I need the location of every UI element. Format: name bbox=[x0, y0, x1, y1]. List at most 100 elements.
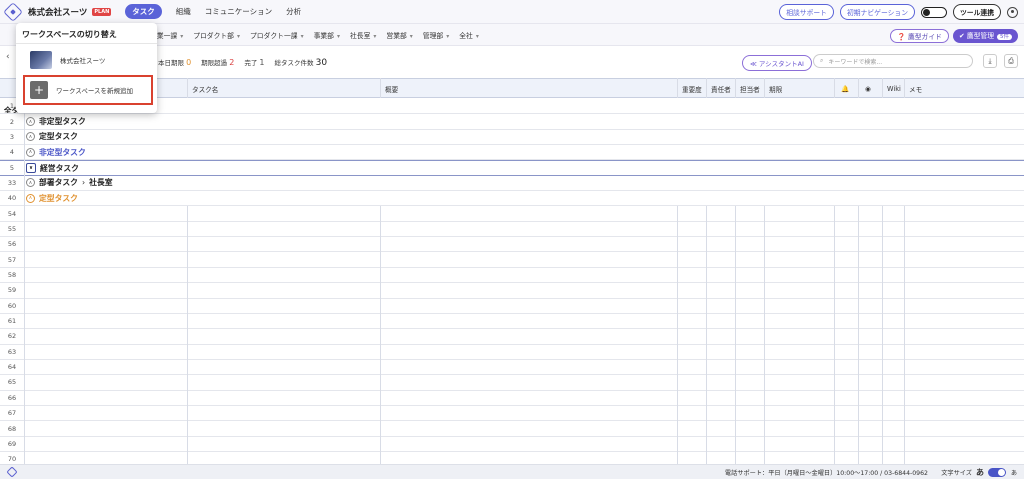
chevron-up-icon[interactable]: ∧ bbox=[26, 178, 35, 188]
nav-tab-task[interactable]: タスク bbox=[125, 4, 162, 19]
nav-tab-communication[interactable]: コミュニケーション bbox=[205, 6, 272, 17]
table-row[interactable]: 65 bbox=[0, 375, 1024, 391]
support-button[interactable]: 相談サポート bbox=[779, 4, 834, 20]
group-row[interactable]: 3 ∧ 定型タスク bbox=[0, 130, 1024, 146]
eye-icon[interactable]: ◉ bbox=[861, 79, 871, 99]
app-logo-icon[interactable] bbox=[3, 1, 23, 22]
table-row[interactable]: 54 bbox=[0, 206, 1024, 222]
stat-overdue[interactable]: 期限超過 2 bbox=[201, 57, 234, 67]
row-number: 70 bbox=[7, 455, 17, 464]
header-divider bbox=[882, 78, 883, 98]
table-row[interactable]: 61 bbox=[0, 314, 1024, 330]
header-memo[interactable]: メモ bbox=[905, 79, 922, 99]
template-guide-button[interactable]: ❓ 鷹型ガイド bbox=[890, 29, 949, 43]
table-row[interactable]: 56 bbox=[0, 237, 1024, 253]
chevron-up-icon[interactable]: ∧ bbox=[26, 147, 35, 157]
dept-admin[interactable]: 管理部 ▾ bbox=[423, 30, 449, 40]
row-number: 67 bbox=[7, 409, 17, 418]
header-assignee[interactable]: 担当者 bbox=[736, 79, 760, 99]
assistant-ai-button[interactable]: ≪ アシスタントAI bbox=[742, 55, 812, 71]
table-row[interactable]: 67 bbox=[0, 406, 1024, 422]
table-row[interactable]: 64 bbox=[0, 360, 1024, 376]
group-row[interactable]: 2 ∧ 非定型タスク bbox=[0, 114, 1024, 130]
group-label-cell[interactable]: ∧ 定型タスク bbox=[26, 191, 78, 205]
user-avatar-icon[interactable] bbox=[1007, 6, 1018, 18]
font-size-toggle[interactable] bbox=[988, 467, 1006, 477]
chevron-up-icon[interactable]: ∧ bbox=[26, 132, 35, 142]
group-label-cell[interactable]: ∧ 非定型タスク bbox=[26, 145, 86, 159]
column-divider bbox=[764, 206, 765, 464]
header-owner[interactable]: 責任者 bbox=[707, 79, 731, 99]
header-summary[interactable]: 概要 bbox=[381, 79, 398, 99]
header-due[interactable]: 期限 bbox=[765, 79, 782, 99]
chevron-up-icon[interactable]: ∧ bbox=[26, 117, 35, 127]
row-number: 40 bbox=[7, 194, 17, 203]
dept-president-office[interactable]: 社長室 ▾ bbox=[350, 30, 376, 40]
group-label-cell[interactable]: ∧ 部署タスク › 社長室 bbox=[26, 176, 113, 190]
app-logo-small-icon bbox=[6, 466, 18, 478]
workspace-item-current[interactable]: 株式会社スーツ bbox=[30, 51, 105, 69]
bell-icon[interactable]: 🔔 bbox=[837, 79, 849, 99]
table-row[interactable]: 57 bbox=[0, 253, 1024, 268]
table-row[interactable]: 69 bbox=[0, 437, 1024, 453]
company-name[interactable]: 株式会社スーツ bbox=[28, 6, 87, 18]
table-row[interactable]: 59 bbox=[0, 283, 1024, 299]
row-number: 4 bbox=[9, 148, 15, 157]
chevron-down-icon: ▾ bbox=[300, 32, 304, 40]
table-row[interactable]: 60 bbox=[0, 299, 1024, 314]
template-manage-label: 鷹型管理 bbox=[966, 32, 994, 40]
row-number: 62 bbox=[7, 332, 17, 341]
stat-done[interactable]: 完了 1 bbox=[244, 57, 264, 67]
download-icon[interactable]: ⤓ bbox=[983, 54, 997, 68]
table-row[interactable]: 70 bbox=[0, 452, 1024, 464]
chevron-down-icon[interactable]: ∨ bbox=[26, 163, 36, 174]
theme-toggle[interactable] bbox=[921, 6, 948, 18]
group-label-cell[interactable]: ∧ 定型タスク bbox=[26, 130, 78, 144]
stat-today[interactable]: 本日期限 0 bbox=[158, 57, 191, 67]
divider bbox=[16, 43, 157, 44]
font-size-small[interactable]: あ bbox=[1011, 468, 1017, 477]
initial-navigation-button[interactable]: 初期ナビゲーション bbox=[839, 4, 916, 20]
workspace-name: 株式会社スーツ bbox=[60, 57, 106, 65]
group-row[interactable]: 4 ∧ 非定型タスク bbox=[0, 145, 1024, 161]
nav-tab-organization[interactable]: 組織 bbox=[176, 6, 191, 17]
group-row[interactable]: 40 ∧ 定型タスク bbox=[0, 191, 1024, 207]
dept-company[interactable]: 全社 ▾ bbox=[459, 30, 479, 40]
group-row[interactable]: 5 ∨ 経営タスク bbox=[0, 160, 1024, 176]
table-row[interactable]: 58 bbox=[0, 268, 1024, 284]
row-number: 54 bbox=[7, 209, 17, 218]
table-row[interactable]: 55 bbox=[0, 222, 1024, 238]
header-priority[interactable]: 重要度 bbox=[678, 79, 702, 99]
row-number: 5 bbox=[9, 164, 15, 173]
dept-product[interactable]: プロダクト部 ▾ bbox=[193, 30, 240, 40]
dept-label: 営業部 bbox=[386, 31, 407, 40]
row-number: 57 bbox=[7, 255, 17, 264]
stat-label: 総タスク件数 bbox=[274, 58, 314, 67]
group-sub-label: 社長室 bbox=[89, 178, 113, 188]
nav-tab-analytics[interactable]: 分析 bbox=[286, 6, 301, 17]
font-size-large[interactable]: あ bbox=[976, 467, 984, 478]
chevron-up-icon[interactable]: ∧ bbox=[26, 193, 35, 203]
print-icon[interactable]: ⎙ bbox=[1004, 54, 1018, 68]
add-workspace-label: ワークスペースを新規追加 bbox=[56, 87, 134, 95]
header-wiki[interactable]: Wiki bbox=[883, 79, 901, 99]
template-manage-button[interactable]: ✔ 鷹型管理 5件 bbox=[952, 29, 1018, 43]
column-divider bbox=[882, 206, 883, 464]
dept-product-1[interactable]: プロダクト一課 ▾ bbox=[250, 30, 304, 40]
group-label-cell[interactable]: ∨ 経営タスク bbox=[26, 161, 79, 174]
tool-integration-button[interactable]: ツール連携 bbox=[953, 4, 1001, 20]
search-input[interactable]: ⌕ キーワードで検索... bbox=[813, 54, 973, 68]
header-task-name[interactable]: タスク名 bbox=[188, 79, 218, 99]
task-stats: 本日期限 0 期限超過 2 完了 1 総タスク件数 30 bbox=[158, 57, 327, 68]
add-workspace-button[interactable]: + ワークスペースを新規追加 bbox=[23, 75, 153, 105]
group-row[interactable]: 33 ∧ 部署タスク › 社長室 bbox=[0, 176, 1024, 192]
table-row[interactable]: 68 bbox=[0, 421, 1024, 437]
dept-sales[interactable]: 営業部 ▾ bbox=[386, 30, 412, 40]
table-row[interactable]: 66 bbox=[0, 391, 1024, 406]
dept-business[interactable]: 事業部 ▾ bbox=[314, 30, 340, 40]
table-row[interactable]: 62 bbox=[0, 329, 1024, 345]
table-row[interactable]: 63 bbox=[0, 345, 1024, 360]
row-number: 60 bbox=[7, 301, 17, 310]
workspace-thumbnail bbox=[30, 51, 52, 69]
group-label-cell[interactable]: ∧ 非定型タスク bbox=[26, 114, 86, 128]
